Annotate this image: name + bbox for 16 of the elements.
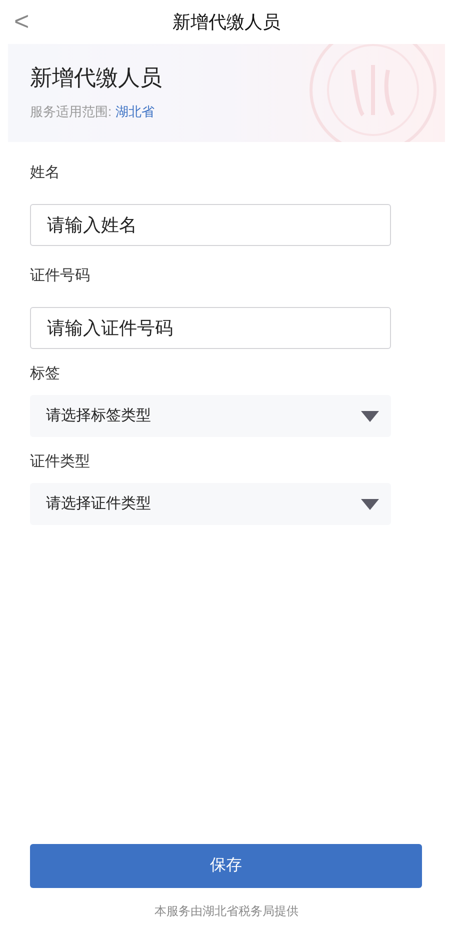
save-button[interactable]: 保存 [30,844,422,888]
field-label: 证件类型 [30,452,91,472]
caret-icon [361,410,379,422]
input-field[interactable]: 请输入姓名 [30,204,391,246]
field-label: 标签 [30,364,61,384]
select-field[interactable]: 请选择标签类型 [30,395,391,437]
banner-title: 新增代缴人员 [30,64,162,92]
field-label: 证件号码 [30,266,91,286]
back-button[interactable]: < [14,6,30,36]
select-field[interactable]: 请选择证件类型 [30,483,391,525]
input-field[interactable]: 请输入证件号码 [30,307,391,349]
caret-icon [361,498,379,510]
footer-note: 本服务由湖北省税务局提供 [154,903,300,920]
page-title: 新增代缴人员 [172,10,280,34]
service-scope: 服务适用范围: 湖北省 [30,103,156,122]
field-label: 姓名 [30,163,61,183]
